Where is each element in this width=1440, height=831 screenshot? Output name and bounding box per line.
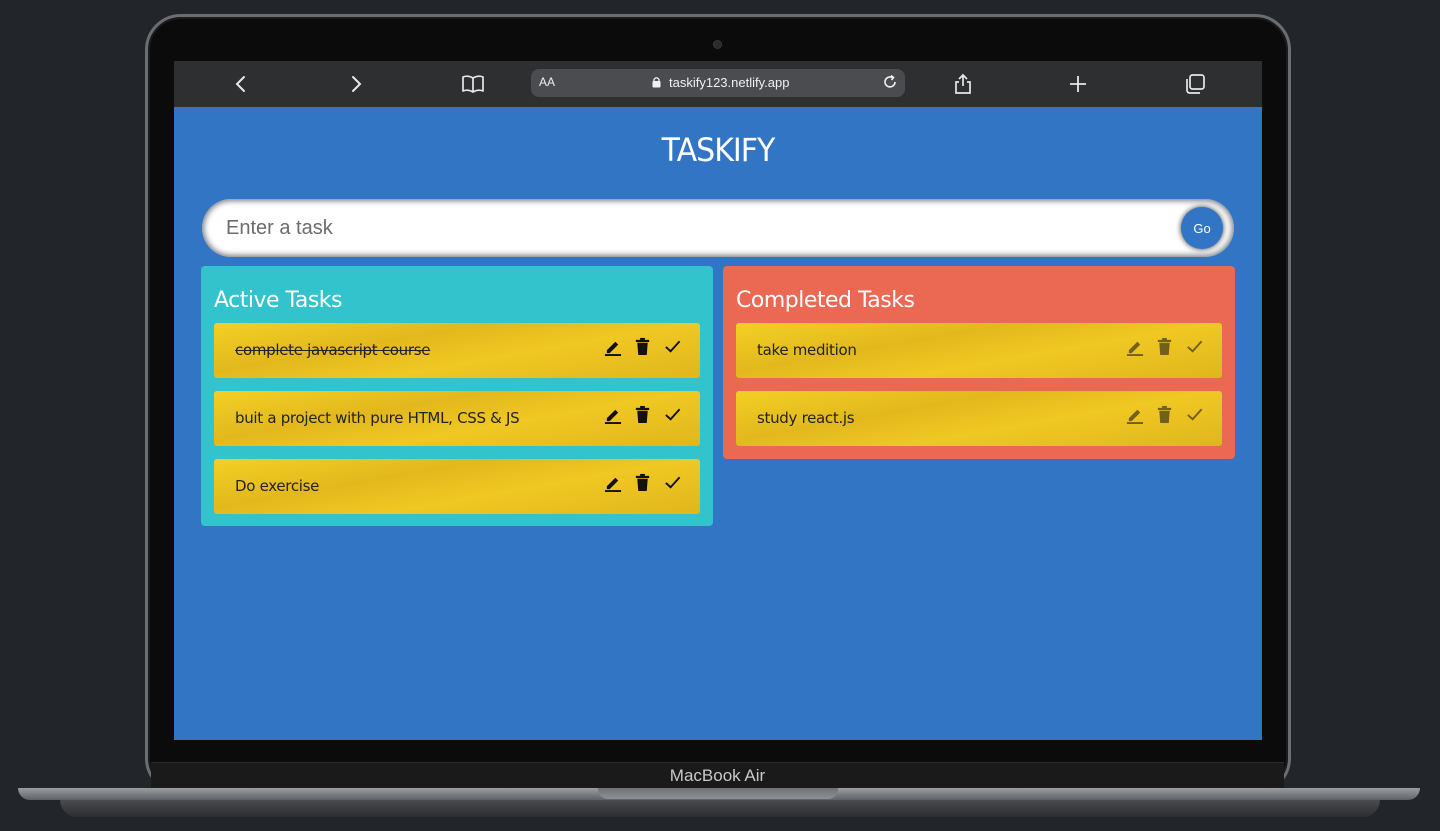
delete-icon[interactable] [1155, 405, 1174, 428]
reload-icon[interactable] [881, 73, 899, 95]
camera-icon [714, 41, 721, 48]
edit-icon[interactable] [1125, 337, 1144, 360]
task-actions [603, 473, 682, 496]
check-icon[interactable] [663, 473, 682, 496]
url-text[interactable]: taskify123.netlify.app [669, 75, 789, 90]
app-title: TASKIFY [661, 131, 776, 170]
completed-tasks-panel[interactable]: Completed Tasks take medition study react… [723, 266, 1235, 459]
task-card[interactable]: complete javascript course [214, 323, 700, 378]
book-icon[interactable] [461, 72, 485, 96]
task-text: complete javascript course [235, 341, 431, 359]
task-actions [603, 405, 682, 428]
laptop-chin: MacBook Air [151, 762, 1284, 789]
check-icon[interactable] [663, 337, 682, 360]
task-card[interactable]: buit a project with pure HTML, CSS & JS [214, 391, 700, 446]
task-text: study react.js [757, 409, 855, 427]
task-input-wrapper: Go [202, 199, 1234, 257]
laptop-base-shadow [60, 800, 1380, 817]
task-actions [1125, 405, 1204, 428]
address-bar[interactable]: AA taskify123.netlify.app [531, 69, 905, 97]
laptop-notch [598, 788, 838, 799]
task-actions [1125, 337, 1204, 360]
reader-aa-label[interactable]: AA [539, 75, 555, 89]
task-card[interactable]: Do exercise [214, 459, 700, 514]
delete-icon[interactable] [633, 405, 652, 428]
edit-icon[interactable] [603, 473, 622, 496]
active-tasks-heading: Active Tasks [214, 288, 343, 313]
delete-icon[interactable] [633, 337, 652, 360]
browser-toolbar: AA taskify123.netlify.app [174, 61, 1262, 107]
share-icon[interactable] [951, 72, 975, 96]
check-icon[interactable] [1185, 405, 1204, 428]
check-icon[interactable] [1185, 337, 1204, 360]
task-input[interactable] [226, 215, 1156, 241]
delete-icon[interactable] [1155, 337, 1174, 360]
task-text: take medition [757, 341, 857, 359]
tabs-icon[interactable] [1183, 72, 1207, 96]
delete-icon[interactable] [633, 473, 652, 496]
device-label: MacBook Air [669, 766, 766, 785]
check-icon[interactable] [663, 405, 682, 428]
lock-icon [652, 77, 661, 88]
browser-screen: AA taskify123.netlify.app TASKIFY Go Act… [174, 61, 1262, 740]
back-icon[interactable] [229, 72, 253, 96]
task-text: Do exercise [235, 477, 320, 495]
active-tasks-panel[interactable]: Active Tasks complete javascript course b… [201, 266, 713, 526]
edit-icon[interactable] [603, 337, 622, 360]
completed-tasks-heading: Completed Tasks [736, 288, 915, 313]
forward-icon[interactable] [344, 72, 368, 96]
task-card[interactable]: study react.js [736, 391, 1222, 446]
go-button[interactable]: Go [1181, 207, 1223, 249]
plus-icon[interactable] [1066, 72, 1090, 96]
task-card[interactable]: take medition [736, 323, 1222, 378]
task-actions [603, 337, 682, 360]
edit-icon[interactable] [603, 405, 622, 428]
task-text: buit a project with pure HTML, CSS & JS [235, 409, 520, 427]
edit-icon[interactable] [1125, 405, 1144, 428]
